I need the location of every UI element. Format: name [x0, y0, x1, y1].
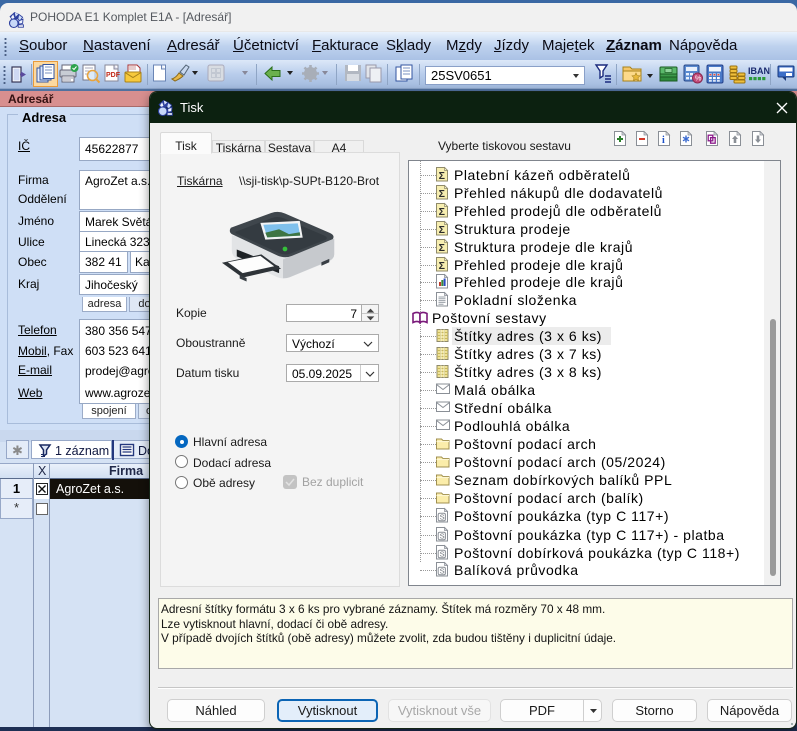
svg-text:PDF: PDF — [106, 72, 121, 79]
svg-text:%: % — [695, 74, 702, 83]
svg-text:IBAN: IBAN — [748, 66, 770, 76]
